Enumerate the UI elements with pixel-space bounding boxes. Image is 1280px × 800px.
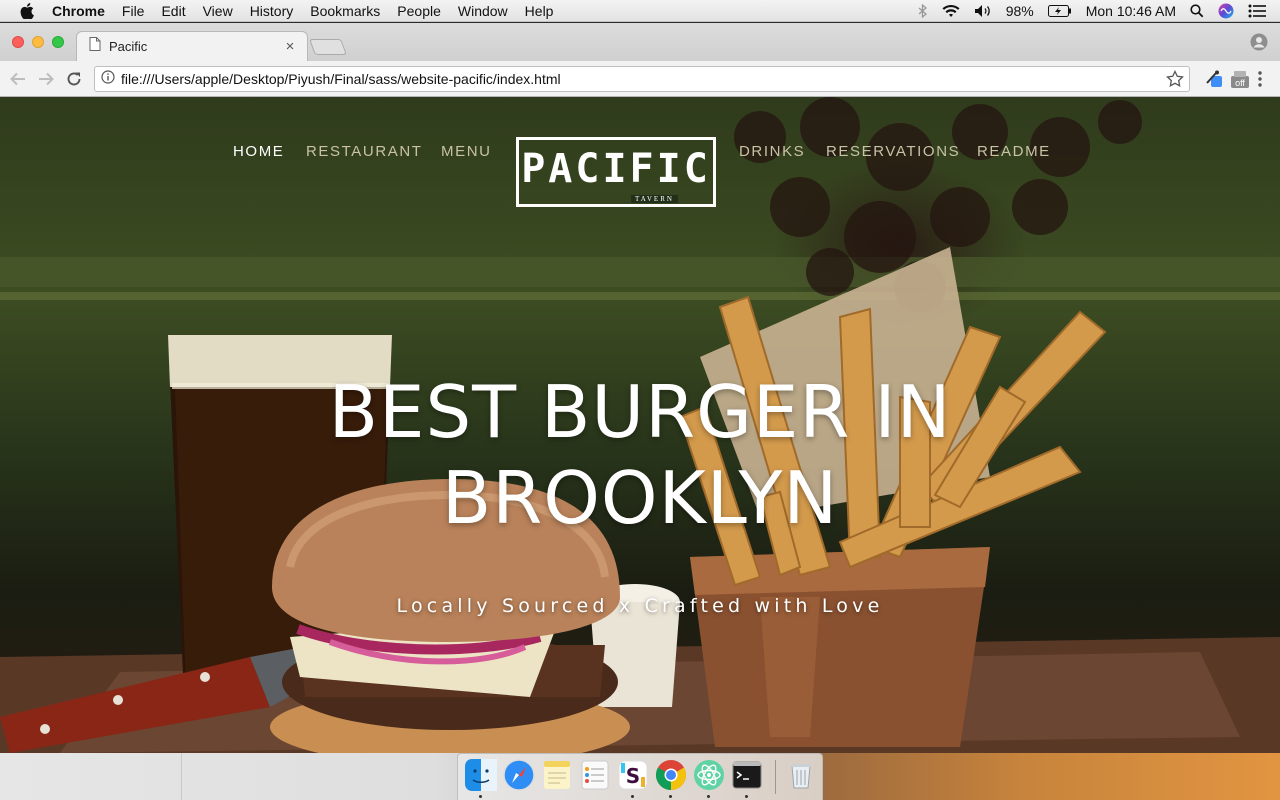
svg-text:S: S	[626, 764, 640, 788]
spotlight-search-icon[interactable]	[1190, 4, 1204, 18]
atom-icon[interactable]	[693, 759, 725, 791]
menu-bar: Chrome File Edit View History Bookmarks …	[0, 0, 1280, 22]
menu-file[interactable]: File	[122, 3, 145, 19]
reload-icon[interactable]	[64, 69, 84, 89]
nav-readme[interactable]: README	[977, 143, 1051, 160]
url-text[interactable]: file:///Users/apple/Desktop/Piyush/Final…	[121, 71, 1166, 87]
menu-edit[interactable]: Edit	[161, 3, 185, 19]
logo-subtitle: TAVERN	[631, 195, 678, 203]
nav-menu[interactable]: MENU	[441, 143, 492, 160]
logo-wordmark: PACIFIC	[521, 146, 711, 192]
pacific-logo[interactable]: PACIFIC TAVERN	[516, 137, 716, 207]
trash-icon[interactable]	[785, 759, 817, 791]
safari-icon[interactable]	[503, 759, 535, 791]
site-navigation: HOME RESTAURANT MENU PACIFIC TAVERN DRIN…	[0, 117, 1280, 207]
menu-status-area: 98% Mon 10:46 AM	[918, 0, 1266, 22]
chrome-menu-icon[interactable]	[1254, 69, 1266, 89]
window-minimize-button[interactable]	[32, 36, 44, 48]
extension-off-icon[interactable]: off	[1230, 69, 1250, 89]
tab-strip: Pacific ×	[0, 23, 1280, 61]
slack-running-indicator	[631, 795, 634, 798]
nav-restaurant[interactable]: RESTAURANT	[306, 143, 423, 160]
menu-people[interactable]: People	[397, 3, 441, 19]
menu-app-name[interactable]: Chrome	[52, 3, 105, 19]
menu-history[interactable]: History	[250, 3, 294, 19]
chrome-running-indicator	[669, 795, 672, 798]
address-bar[interactable]: file:///Users/apple/Desktop/Piyush/Final…	[94, 66, 1190, 92]
battery-percent[interactable]: 98%	[1006, 3, 1034, 19]
browser-tab[interactable]: Pacific ×	[76, 31, 308, 61]
volume-icon[interactable]	[974, 4, 992, 18]
extension-icon[interactable]	[1204, 69, 1224, 89]
finder-running-indicator	[479, 795, 482, 798]
reminders-icon[interactable]	[579, 759, 611, 791]
chrome-icon[interactable]	[655, 759, 687, 791]
desktop-divider	[181, 753, 182, 800]
forward-arrow-icon[interactable]	[36, 69, 56, 89]
dock: S	[457, 753, 823, 800]
nav-reservations[interactable]: RESERVATIONS	[826, 143, 960, 160]
nav-drinks[interactable]: DRINKS	[739, 143, 805, 160]
menu-window[interactable]: Window	[458, 3, 508, 19]
nav-home[interactable]: HOME	[233, 143, 284, 160]
tab-close-button[interactable]: ×	[283, 38, 297, 55]
hero-section: HOME RESTAURANT MENU PACIFIC TAVERN DRIN…	[0, 97, 1280, 753]
dock-separator	[775, 760, 776, 794]
info-icon[interactable]	[101, 69, 115, 89]
browser-toolbar: file:///Users/apple/Desktop/Piyush/Final…	[0, 61, 1280, 97]
window-maximize-button[interactable]	[52, 36, 64, 48]
extension-off-label: off	[1235, 78, 1245, 88]
new-tab-button[interactable]	[309, 39, 347, 55]
slack-icon[interactable]: S	[617, 759, 649, 791]
siri-icon[interactable]	[1218, 3, 1234, 19]
bluetooth-icon[interactable]	[918, 4, 928, 18]
profile-icon[interactable]	[1250, 33, 1268, 51]
hero-subtitle: Locally Sourced x Crafted with Love	[396, 595, 884, 617]
menu-view[interactable]: View	[203, 3, 233, 19]
atom-running-indicator	[707, 795, 710, 798]
terminal-icon[interactable]	[731, 759, 763, 791]
wifi-icon[interactable]	[942, 4, 960, 18]
apple-icon[interactable]	[20, 2, 36, 19]
finder-icon[interactable]	[465, 759, 497, 791]
menu-bookmarks[interactable]: Bookmarks	[310, 3, 380, 19]
menu-help[interactable]: Help	[525, 3, 554, 19]
page-icon	[89, 37, 101, 56]
bookmark-star-icon[interactable]	[1166, 69, 1184, 88]
notification-center-icon[interactable]	[1248, 4, 1266, 18]
window-close-button[interactable]	[12, 36, 24, 48]
back-arrow-icon[interactable]	[8, 69, 28, 89]
tab-title: Pacific	[109, 39, 148, 54]
clock[interactable]: Mon 10:46 AM	[1086, 3, 1176, 19]
terminal-running-indicator	[745, 795, 748, 798]
notes-icon[interactable]	[541, 759, 573, 791]
battery-charging-icon[interactable]	[1047, 5, 1072, 17]
hero-title: BEST BURGER IN BROOKLYN	[328, 370, 952, 540]
